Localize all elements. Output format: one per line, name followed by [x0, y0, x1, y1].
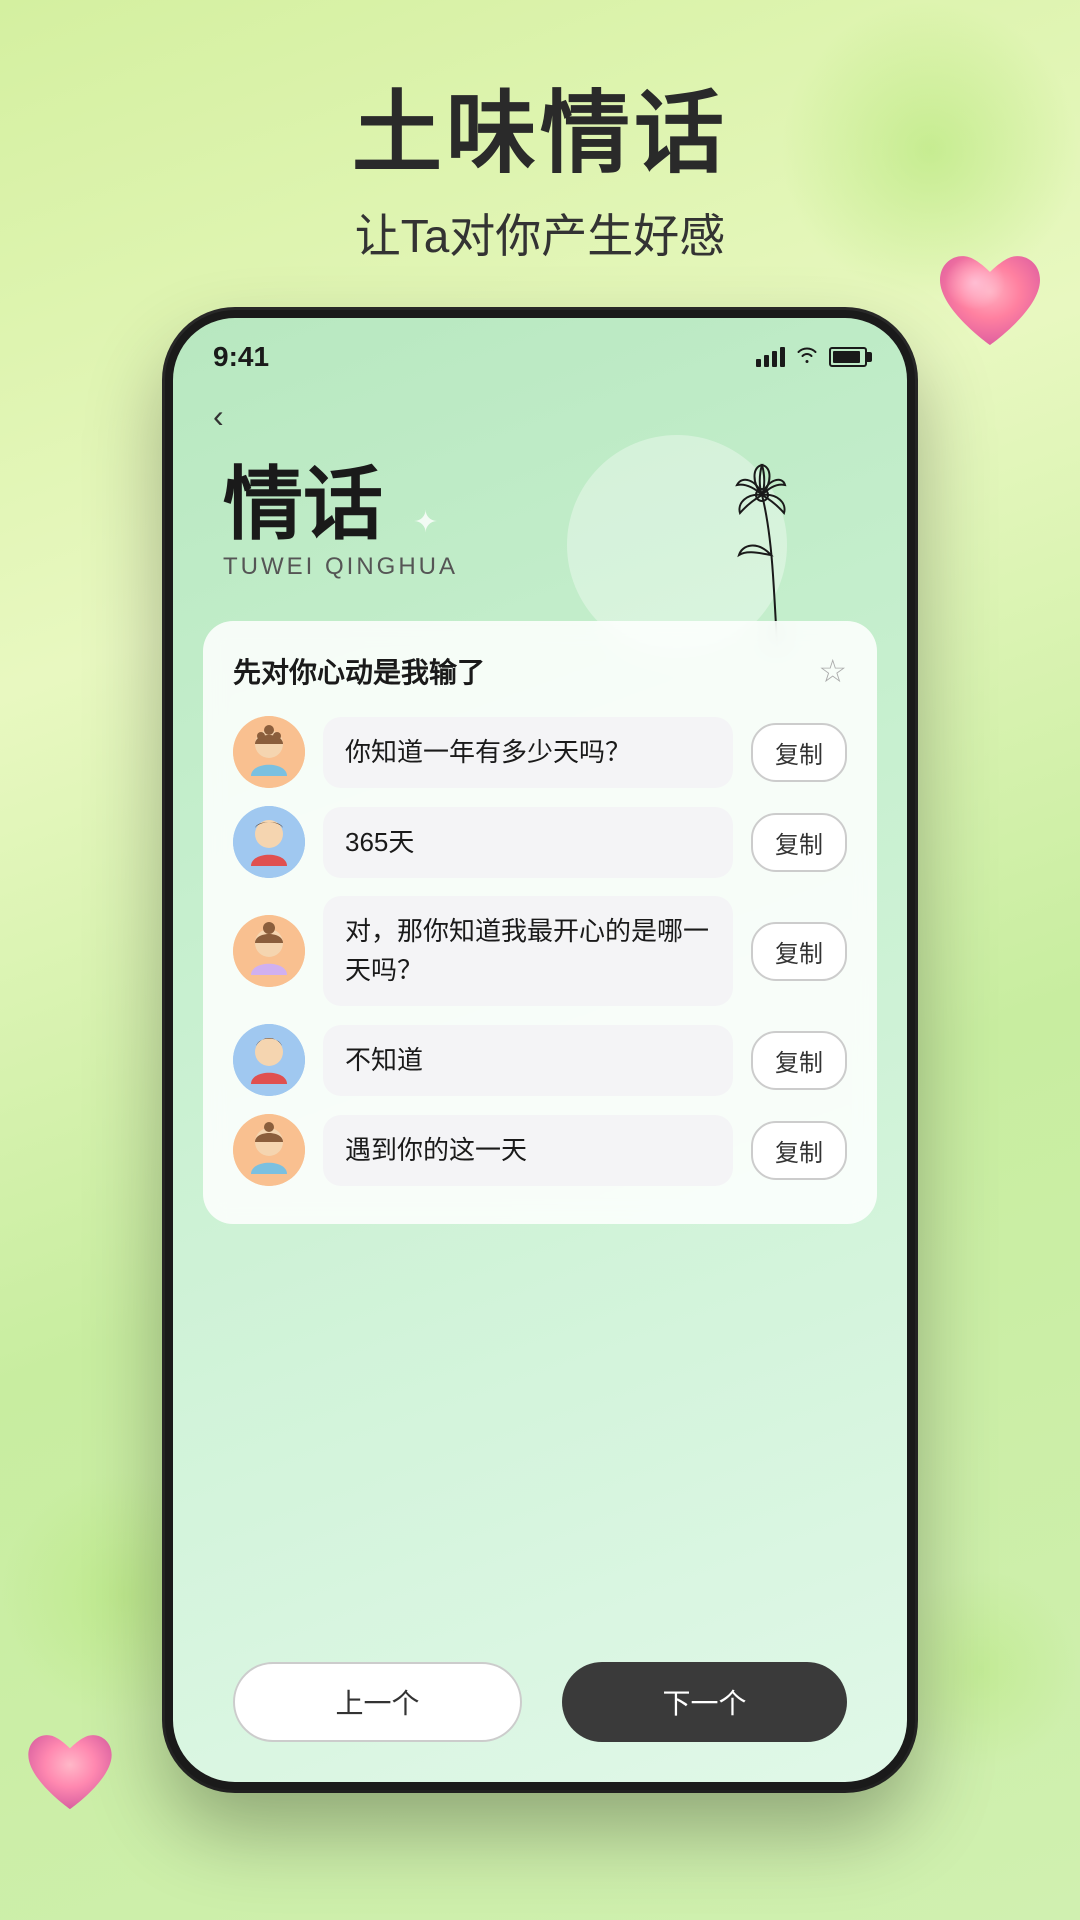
chat-bubble-4: 不知道: [323, 1025, 733, 1096]
chat-row-4: 不知道 复制: [233, 1024, 847, 1096]
avatar-girl-3: [233, 1114, 305, 1186]
chat-row-5: 遇到你的这一天 复制: [233, 1114, 847, 1186]
status-bar: 9:41: [173, 318, 907, 378]
chat-bubble-2: 365天: [323, 807, 733, 878]
next-button[interactable]: 下一个: [562, 1662, 847, 1742]
avatar-boy-1: [233, 806, 305, 878]
chat-row-2: 365天 复制: [233, 806, 847, 878]
copy-button-2[interactable]: 复制: [751, 813, 847, 872]
copy-button-3[interactable]: 复制: [751, 922, 847, 981]
chat-bubble-5: 遇到你的这一天: [323, 1115, 733, 1186]
app-header: ✦ 情话 TUWEI QINGHUA: [173, 445, 907, 611]
page-title-sub: 让Ta对你产生好感: [0, 200, 1080, 266]
avatar-girl-2: [233, 915, 305, 987]
star-icon[interactable]: ☆: [818, 652, 847, 690]
back-button[interactable]: ‹: [173, 378, 907, 445]
heart-top-right: [930, 250, 1050, 360]
copy-button-5[interactable]: 复制: [751, 1121, 847, 1180]
prev-button[interactable]: 上一个: [233, 1662, 522, 1742]
main-card: 先对你心动是我输了 ☆: [203, 621, 877, 1224]
phone-mockup: 9:41 ‹: [165, 310, 915, 1790]
sparkle-icon: ✦: [413, 505, 438, 540]
status-time: 9:41: [213, 341, 269, 373]
page-title-main: 土味情话: [0, 60, 1080, 190]
avatar-girl-1: [233, 716, 305, 788]
chat-row-3: 对，那你知道我最开心的是哪一天吗？ 复制: [233, 896, 847, 1006]
card-title-row: 先对你心动是我输了 ☆: [233, 651, 847, 691]
signal-bars-icon: [756, 347, 785, 367]
status-icons: [756, 344, 867, 370]
bottom-nav: 上一个 下一个: [173, 1662, 907, 1742]
copy-button-4[interactable]: 复制: [751, 1031, 847, 1090]
card-title: 先对你心动是我输了: [233, 651, 485, 691]
phone-screen: 9:41 ‹: [173, 318, 907, 1782]
wifi-icon: [795, 344, 819, 370]
avatar-boy-2: [233, 1024, 305, 1096]
page-header: 土味情话 让Ta对你产生好感: [0, 60, 1080, 266]
chat-bubble-3: 对，那你知道我最开心的是哪一天吗？: [323, 896, 733, 1006]
chat-bubble-1: 你知道一年有多少天吗？: [323, 717, 733, 788]
heart-bottom-left: [20, 1730, 120, 1820]
copy-button-1[interactable]: 复制: [751, 723, 847, 782]
chat-row-1: 你知道一年有多少天吗？ 复制: [233, 716, 847, 788]
battery-icon: [829, 347, 867, 367]
